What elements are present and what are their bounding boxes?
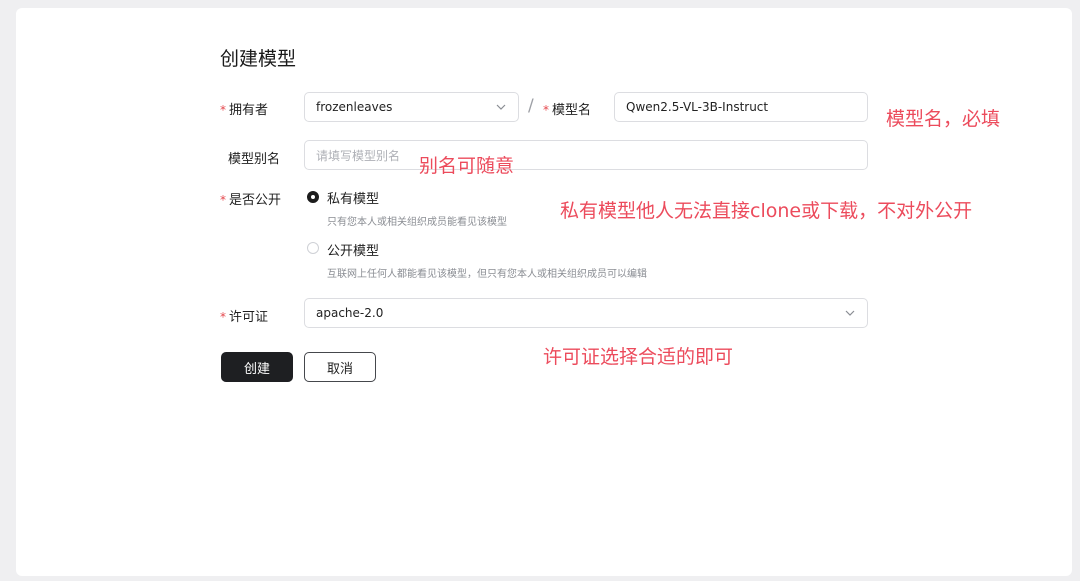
page-title: 创建模型 [220,48,297,70]
required-mark: * [220,103,226,117]
required-mark: * [543,103,549,117]
create-model-card [16,8,1072,576]
model-name-label: * 模型名 [543,99,591,118]
required-mark: * [220,310,226,324]
model-name-input[interactable]: Qwen2.5-VL-3B-Instruct [614,92,868,122]
public-radio[interactable] [307,242,319,254]
license-label: * 许可证 [220,306,268,325]
chevron-down-icon [844,307,856,319]
visibility-label: * 是否公开 [220,189,281,208]
alias-placeholder: 请填写模型别名 [316,148,401,163]
required-mark: * [220,193,226,207]
owner-select[interactable]: frozenleaves [304,92,519,122]
public-option-label[interactable]: 公开模型 [327,240,379,259]
license-value: apache-2.0 [316,306,384,320]
cancel-button[interactable]: 取消 [304,352,376,382]
visibility-label-text: 是否公开 [229,193,282,208]
model-name-annotation: 模型名，必填 [886,108,1001,130]
private-radio[interactable] [307,191,319,203]
owner-label: * 拥有者 [220,99,268,118]
private-option-label[interactable]: 私有模型 [327,188,379,207]
model-name-label-text: 模型名 [552,103,592,118]
alias-input[interactable]: 请填写模型别名 [304,140,868,170]
public-option-desc: 互联网上任何人都能看见该模型，但只有您本人或相关组织成员可以编辑 [327,269,647,280]
model-name-value: Qwen2.5-VL-3B-Instruct [626,100,769,114]
alias-label: 模型别名 [228,152,281,167]
create-button[interactable]: 创建 [221,352,293,382]
visibility-annotation: 私有模型他人无法直接clone或下载，不对外公开 [560,200,973,222]
alias-annotation: 别名可随意 [419,155,515,177]
owner-value: frozenleaves [316,100,393,114]
owner-label-text: 拥有者 [229,103,269,118]
owner-model-separator: / [528,96,534,116]
license-annotation: 许可证选择合适的即可 [543,346,734,368]
license-label-text: 许可证 [229,310,269,325]
chevron-down-icon [495,101,507,113]
license-select[interactable]: apache-2.0 [304,298,868,328]
private-option-desc: 只有您本人或相关组织成员能看见该模型 [327,217,507,228]
